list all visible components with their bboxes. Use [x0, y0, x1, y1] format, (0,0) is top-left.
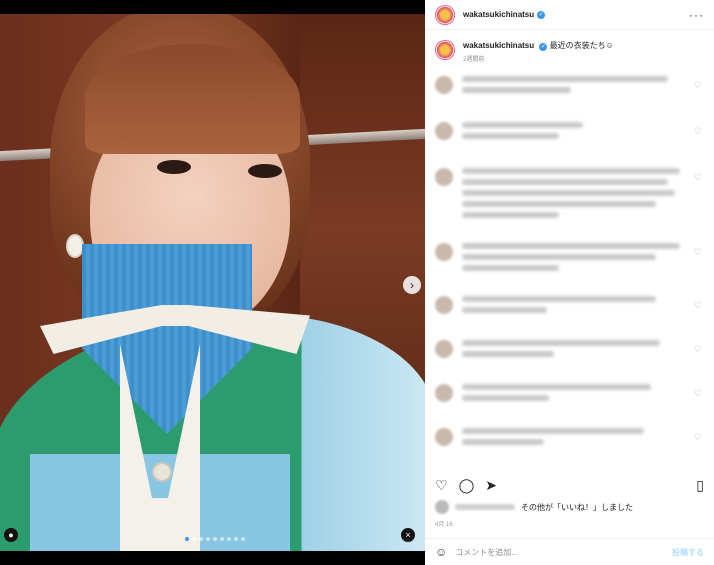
- likes-text[interactable]: その他が「いいね！」しました: [521, 502, 633, 513]
- carousel-dot: [185, 537, 189, 541]
- emoji-icon[interactable]: ☺: [435, 545, 447, 559]
- bookmark-icon[interactable]: ▯: [696, 477, 704, 494]
- list-item: ♡: [425, 428, 714, 450]
- heart-icon[interactable]: ♡: [694, 344, 702, 355]
- carousel-dot: [227, 537, 231, 541]
- post-comment-button[interactable]: 投稿する: [672, 547, 704, 558]
- post-image[interactable]: [0, 14, 425, 551]
- caption-username[interactable]: wakatsukichinatsu: [463, 41, 534, 50]
- carousel-dot: [234, 537, 238, 541]
- person-icon[interactable]: ●: [4, 528, 18, 542]
- post-side-panel: wakatsukichinatsu ✓ ··· wakatsukichinats…: [425, 0, 714, 565]
- carousel-dot: [192, 537, 196, 541]
- caption: wakatsukichinatsu ✓ 最近の衣装たち☺︎ 2週間前: [425, 30, 714, 66]
- posted-time: 2週間前: [463, 57, 485, 63]
- comment-icon[interactable]: ◯: [459, 477, 475, 494]
- heart-icon[interactable]: ♡: [694, 432, 702, 443]
- list-item: ♡: [425, 168, 714, 223]
- post-timestamp: 4月 16: [435, 522, 453, 528]
- list-item: ♡: [425, 76, 714, 98]
- verified-icon: ✓: [537, 10, 546, 19]
- heart-icon[interactable]: ♡: [694, 247, 702, 258]
- caption-text: 最近の衣装たち☺︎: [549, 41, 614, 50]
- avatar[interactable]: [435, 4, 455, 25]
- heart-icon[interactable]: ♡: [694, 126, 702, 137]
- carousel-dot: [241, 537, 245, 541]
- avatar[interactable]: [435, 500, 449, 514]
- avatar[interactable]: [435, 40, 455, 60]
- heart-icon[interactable]: ♡: [435, 477, 448, 494]
- carousel-dot: [220, 537, 224, 541]
- more-options-icon[interactable]: ···: [689, 8, 704, 22]
- comment-input[interactable]: コメントを追加...: [455, 547, 518, 558]
- username[interactable]: wakatsukichinatsu: [463, 10, 534, 19]
- heart-icon[interactable]: ♡: [694, 80, 702, 91]
- carousel-dot: [213, 537, 217, 541]
- share-icon[interactable]: ➤: [485, 477, 497, 494]
- carousel-dot: [206, 537, 210, 541]
- list-item: ♡: [425, 340, 714, 362]
- carousel-dots: [185, 537, 245, 541]
- action-bar: ♡ ◯ ➤ ▯: [425, 473, 714, 497]
- list-item: ♡: [425, 122, 714, 144]
- earring: [68, 236, 82, 256]
- list-item: ♡: [425, 296, 714, 318]
- list-item: ♡: [425, 384, 714, 406]
- heart-icon[interactable]: ♡: [694, 300, 702, 311]
- likes-summary: その他が「いいね！」しました: [435, 500, 633, 514]
- add-comment-bar: ☺ コメントを追加... 投稿する: [425, 538, 714, 565]
- carousel-dot: [199, 537, 203, 541]
- heart-icon[interactable]: ♡: [694, 172, 702, 183]
- instagram-post-modal: › ● × wakatsukichinatsu ✓ ··· wakatsukic…: [0, 0, 714, 565]
- speaker-muted-icon[interactable]: ×: [401, 528, 415, 542]
- chevron-right-icon[interactable]: ›: [403, 276, 421, 294]
- heart-icon[interactable]: ♡: [694, 388, 702, 399]
- post-header: wakatsukichinatsu ✓ ···: [425, 0, 714, 30]
- verified-icon: ✓: [539, 43, 548, 51]
- comments-list: ♡ ♡ ♡ ♡ ♡ ♡ ♡ ♡: [425, 72, 714, 466]
- list-item: ♡: [425, 243, 714, 276]
